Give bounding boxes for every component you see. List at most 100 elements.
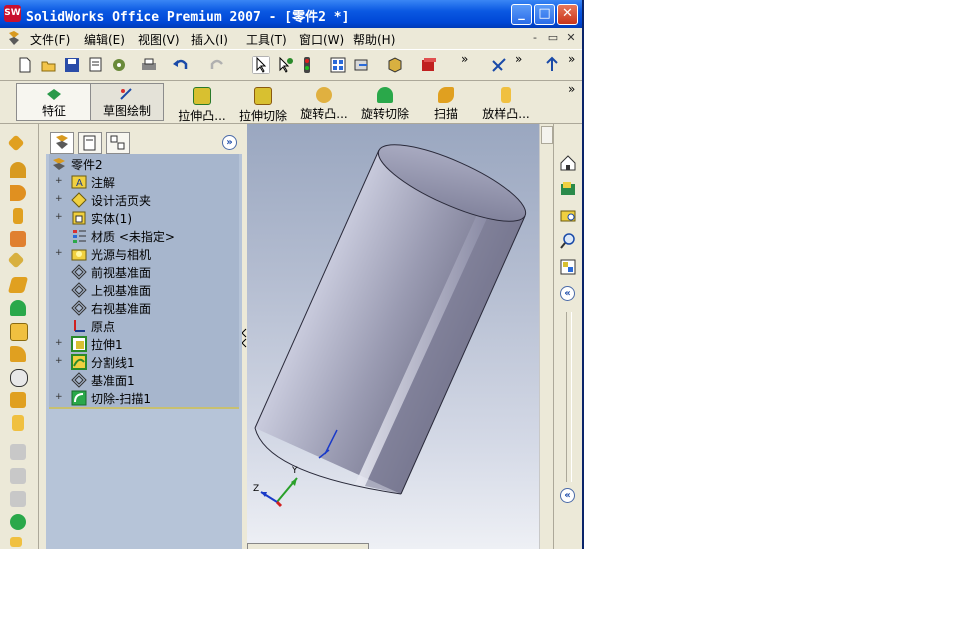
features-label: 特征 [41, 104, 66, 118]
open-icon[interactable] [40, 56, 58, 74]
sweep-feature-icon[interactable] [10, 185, 26, 201]
curve-icon[interactable] [10, 537, 22, 547]
menu-help[interactable]: 帮助(H) [353, 31, 395, 48]
expand-toggle[interactable]: + [55, 213, 63, 222]
sketch-relations-icon[interactable] [490, 56, 508, 74]
part-icon [53, 158, 65, 170]
panel-expand-button[interactable]: » [222, 135, 237, 150]
viewport-scrollbar[interactable] [539, 124, 554, 549]
solidworks-app-icon[interactable]: SW [4, 5, 21, 22]
save-icon[interactable] [63, 56, 81, 74]
menu-edit[interactable]: 编辑(E) [84, 31, 125, 48]
minimize-button[interactable]: _ [511, 4, 532, 25]
menu-insert[interactable]: 插入(I) [191, 31, 228, 48]
tree-item-label: 右视基准面 [91, 302, 152, 316]
dome-icon[interactable] [10, 300, 26, 316]
fillet-icon[interactable] [7, 251, 25, 269]
split-line-feature-icon[interactable] [10, 514, 26, 530]
loft-icon[interactable] [13, 208, 23, 224]
feature-tree-tab[interactable] [50, 132, 74, 154]
command-manager-chevron[interactable]: » [568, 82, 575, 96]
tree-item-label: 拉伸1 [91, 338, 123, 352]
close-button[interactable]: ✕ [557, 4, 578, 25]
sweep-button[interactable]: 扫描 [432, 87, 460, 121]
tree-item-label: 设计活页夹 [91, 194, 152, 208]
revolve-cut-button[interactable]: 旋转切除 [359, 87, 411, 121]
home-icon[interactable] [559, 154, 577, 172]
draft-icon[interactable] [10, 392, 26, 408]
view-orientation-icon[interactable] [353, 56, 371, 74]
extrude-cut-button[interactable]: 拉伸切除 [237, 87, 289, 123]
split-line-icon [71, 354, 87, 370]
new-icon[interactable] [16, 56, 34, 74]
loft-boss-button[interactable]: 放样凸... [478, 87, 534, 121]
options-icon[interactable] [110, 56, 128, 74]
cut-icon[interactable] [10, 231, 26, 247]
appearance-icon[interactable] [420, 56, 438, 74]
grid-icon[interactable] [329, 56, 347, 74]
doc-minimize-button[interactable]: - [528, 31, 542, 45]
solid-body-icon [72, 211, 86, 225]
revolve-icon[interactable] [10, 162, 26, 178]
standard-toolbar: » » » [0, 49, 582, 81]
graphics-viewport[interactable]: Y Z [247, 124, 539, 549]
mirror-icon[interactable] [12, 415, 24, 431]
sweep-icon [438, 87, 454, 103]
maximize-button[interactable]: □ [534, 4, 555, 25]
plane-icon [71, 372, 87, 388]
menu-file[interactable]: 文件(F) [30, 31, 70, 48]
redo-icon[interactable] [208, 56, 226, 74]
shell-icon[interactable] [10, 323, 28, 341]
sketch-tab-button[interactable]: 草图绘制 [90, 83, 164, 121]
palette-icon[interactable] [559, 258, 577, 276]
task-pane: « « [553, 124, 582, 549]
scroll-up-button[interactable] [541, 126, 553, 144]
print-icon[interactable] [140, 56, 158, 74]
title-bar[interactable]: SW SolidWorks Office Premium 2007 - [零件2… [0, 0, 582, 28]
expand-toggle[interactable]: + [55, 339, 63, 348]
menu-window[interactable]: 窗口(W) [299, 31, 344, 48]
revolve-boss-button[interactable]: 旋转凸... [296, 87, 352, 121]
expand-toggle[interactable]: + [55, 357, 63, 366]
print-preview-icon[interactable] [87, 56, 105, 74]
tree-item-label: 切除-扫描1 [91, 392, 151, 406]
doc-restore-button[interactable]: ▭ [546, 31, 560, 45]
boss-icon[interactable] [7, 134, 25, 152]
menu-tools[interactable]: 工具(T) [246, 31, 287, 48]
annotation-icon: A [71, 175, 87, 189]
property-tab[interactable] [78, 132, 102, 154]
disabled-pattern-icon-2 [10, 468, 26, 484]
extrude-boss-button[interactable]: 拉伸凸... [174, 87, 230, 123]
taskpane-collapse-button-2[interactable]: « [560, 488, 575, 503]
revolve-cut-icon [377, 87, 393, 103]
expand-toggle[interactable]: + [55, 249, 63, 258]
toolbar-chevron-3[interactable]: » [568, 52, 575, 66]
expand-toggle[interactable]: + [55, 195, 63, 204]
taskpane-collapse-button[interactable]: « [560, 286, 575, 301]
menu-view[interactable]: 视图(V) [138, 31, 180, 48]
configuration-tab[interactable] [106, 132, 130, 154]
search-icon[interactable] [559, 232, 577, 250]
hole-icon[interactable] [10, 369, 28, 387]
tree-item-label: 原点 [91, 320, 116, 334]
display-style-icon[interactable] [386, 56, 404, 74]
undo-icon[interactable] [172, 56, 190, 74]
select-icon[interactable] [252, 56, 270, 74]
rib-icon[interactable] [10, 346, 26, 362]
plane-feature-icon[interactable] [7, 277, 29, 293]
doc-close-button[interactable]: ✕ [564, 31, 578, 45]
solidworks-logo-icon[interactable] [6, 30, 22, 46]
library-icon[interactable] [559, 180, 577, 198]
toolbar-chevron[interactable]: » [461, 52, 468, 66]
traffic-light-icon[interactable] [298, 56, 316, 74]
expand-toggle[interactable]: + [55, 393, 63, 402]
configuration-manager-icon [110, 135, 125, 150]
select-other-icon[interactable] [276, 56, 294, 74]
features-tab-button[interactable]: 特征 [16, 83, 92, 121]
origin-icon [74, 320, 85, 332]
model-tab[interactable] [247, 543, 369, 549]
toolbar-chevron-2[interactable]: » [515, 52, 522, 66]
expand-toggle[interactable]: + [55, 177, 63, 186]
arrow-up-icon[interactable] [543, 56, 561, 74]
explorer-icon[interactable] [559, 206, 577, 224]
